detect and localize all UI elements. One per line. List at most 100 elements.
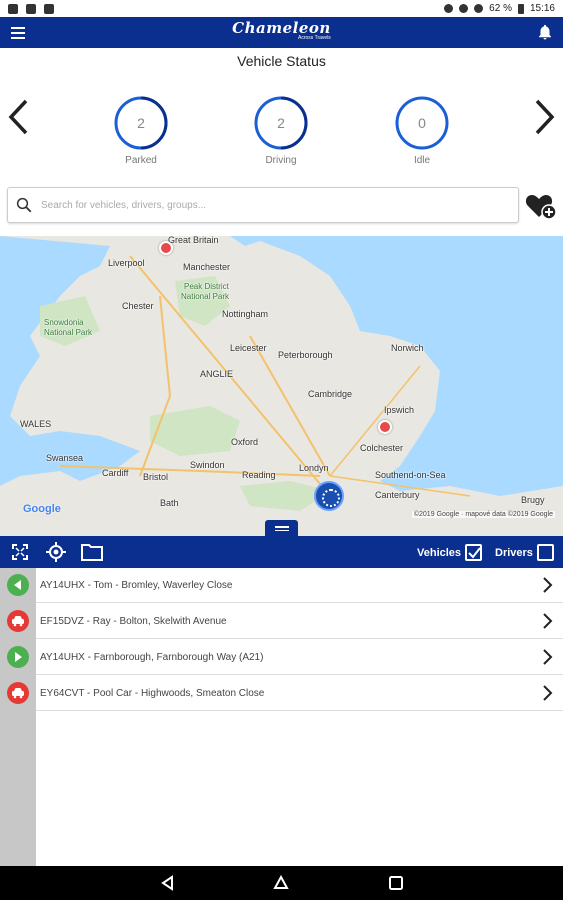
hamburger-menu-icon[interactable] [0,17,36,48]
search-icon [16,197,32,213]
place-label: ANGLIE [200,369,234,379]
home-icon[interactable] [273,875,289,891]
parked-car-icon [7,610,29,632]
list-item[interactable]: EF15DVZ - Ray - Bolton, Skelwith Avenue [0,603,563,639]
system-status-bar: 62 % 15:16 [0,0,563,17]
clock: 15:16 [529,3,555,14]
list-item[interactable]: EY64CVT - Pool Car - Highwoods, Smeaton … [0,675,563,711]
app-bar: Chameleon Across Travels [0,17,563,48]
place-label: Southend-on-Sea [375,470,446,480]
search-input[interactable] [41,199,501,211]
battery-icon [517,3,524,14]
list-toolbar: Vehicles Drivers [0,536,563,568]
place-label: Swansea [46,453,84,463]
brand-logo: Chameleon Across Travels [232,20,331,42]
folder-icon[interactable] [77,537,107,567]
back-icon[interactable] [160,875,176,891]
stat-label: Parked [125,155,157,166]
notification-icons [8,3,54,14]
stat-label: Idle [413,155,431,166]
recents-icon[interactable] [388,875,404,891]
place-label: Snowdonia [44,318,84,327]
chevron-right-icon [543,577,553,593]
stat-ring: 2 [113,95,169,151]
wifi-icon [474,4,484,13]
place-label: Brugy [521,495,545,505]
place-label: Reading [242,470,276,480]
drivers-label: Drivers [495,546,533,559]
stat-ring: 0 [394,95,450,151]
chevron-right-icon [543,613,553,629]
vehicle-item-text: AY14UHX - Farnborough, Farnborough Way (… [40,651,264,663]
place-label: Peak District [184,282,229,291]
google-logo: Google [23,503,61,515]
add-favorite-icon[interactable] [525,192,557,220]
drawer-handle-icon[interactable] [265,520,298,537]
stat-value: 2 [277,115,285,131]
place-label: WALES [20,419,52,429]
place-label: Cardiff [102,468,129,478]
vehicle-marker-parked[interactable] [159,241,173,255]
vehicle-marker-parked[interactable] [378,420,392,434]
place-label: Norwich [391,343,424,353]
system-nav-bar [0,866,563,900]
vehicle-item-text: AY14UHX - Tom - Bromley, Waverley Close [40,579,233,591]
place-label: Oxford [231,437,259,447]
place-label: National Park [181,292,230,301]
list-item[interactable]: AY14UHX - Tom - Bromley, Waverley Close [0,567,563,603]
fullscreen-icon[interactable] [5,537,35,567]
map-base [0,236,563,536]
place-label: Canterbury [375,490,420,500]
map-view[interactable]: Great Britain Liverpool Manchester Chest… [0,236,563,536]
notification-icon [8,3,18,14]
stat-idle[interactable]: 0 Idle [382,95,462,166]
vehicle-item-text: EF15DVZ - Ray - Bolton, Skelwith Avenue [40,615,227,627]
page-title: Vehicle Status [237,53,326,69]
notification-icon [26,3,36,14]
vehicle-item-text: EY64CVT - Pool Car - Highwoods, Smeaton … [40,687,265,699]
place-label: Swindon [190,460,225,470]
stat-ring: 2 [253,95,309,151]
place-label: Manchester [183,262,231,272]
stat-value: 0 [418,115,426,131]
chevron-right-icon [543,649,553,665]
drivers-toggle[interactable]: Drivers [495,544,554,561]
chevron-right-icon[interactable] [529,97,559,137]
map-attribution[interactable]: ©2019 Google · mapové data ©2019 Google [411,511,555,518]
place-label: Cambridge [308,389,353,399]
idle-status-icon [7,574,29,596]
place-label: Bristol [143,472,169,482]
place-label: National Park [44,328,93,337]
place-label: Ipswich [384,405,415,415]
place-label: Leicester [230,343,267,353]
battery-text: 62 % [489,3,512,14]
place-label: Peterborough [278,350,333,360]
drivers-checkbox[interactable] [536,544,554,561]
stat-value: 2 [137,115,145,131]
checkmark-icon [468,547,481,559]
place-label: Colchester [360,443,404,453]
chevron-left-icon[interactable] [4,97,34,137]
dnd-icon [459,4,469,13]
vehicle-list: AY14UHX - Tom - Bromley, Waverley Close … [0,567,563,866]
driving-status-icon [7,646,29,668]
vehicles-toggle[interactable]: Vehicles [417,544,483,561]
bell-icon[interactable] [536,22,554,42]
place-label: Chester [122,301,154,311]
bluetooth-icon [444,4,454,13]
vehicle-cluster-marker[interactable] [314,481,344,511]
place-label: Nottingham [222,309,269,319]
vehicles-label: Vehicles [417,546,462,559]
search-box [7,187,519,223]
vehicles-checkbox[interactable] [465,544,483,561]
place-label: Londyn [299,463,329,473]
stat-parked[interactable]: 2 Parked [101,95,181,166]
stat-driving[interactable]: 2 Driving [241,95,321,166]
notification-icon [44,3,54,14]
place-label: Great Britain [168,236,219,245]
list-item[interactable]: AY14UHX - Farnborough, Farnborough Way (… [0,639,563,675]
place-label: Bath [160,498,179,508]
stat-label: Driving [265,155,297,166]
my-location-icon[interactable] [41,537,71,567]
parked-car-icon [7,682,29,704]
